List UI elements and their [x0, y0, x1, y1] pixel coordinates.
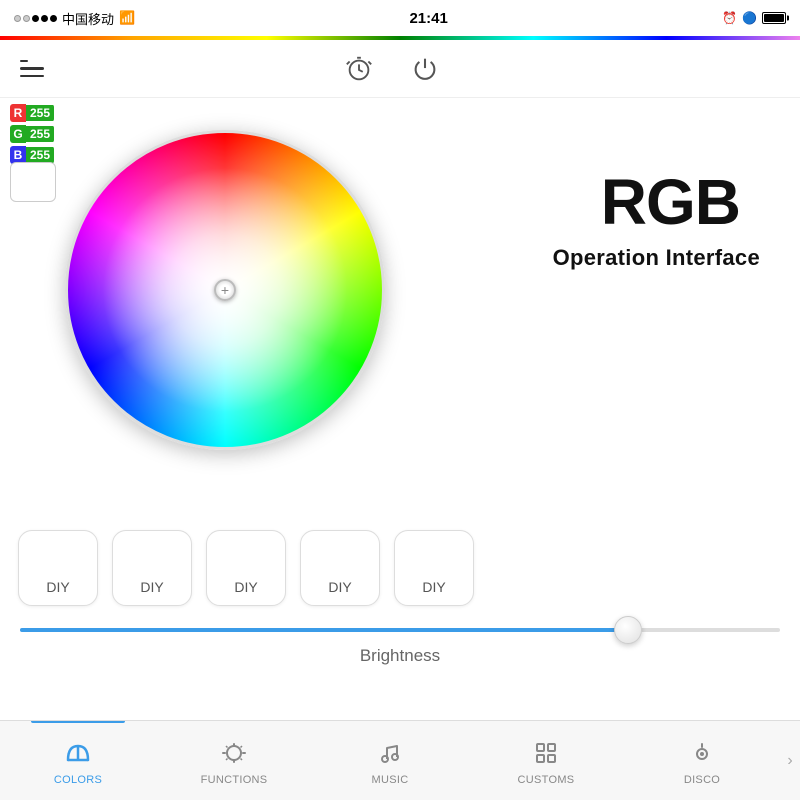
alarm-status-icon: ⏰: [722, 11, 737, 25]
brightness-slider-track[interactable]: [20, 628, 780, 632]
color-wheel-container[interactable]: +: [55, 95, 395, 485]
wifi-icon: 📶: [119, 10, 135, 26]
status-right: ⏰ 🔵: [722, 11, 786, 25]
r-letter: R: [10, 104, 26, 122]
g-letter: G: [10, 125, 26, 143]
tab-scroll-arrow[interactable]: ›: [780, 721, 800, 800]
status-bar: 中国移动 📶 21:41 ⏰ 🔵: [0, 0, 800, 36]
rgb-labels: R 255 G 255 B 255: [10, 104, 54, 164]
signal-strength: [14, 15, 57, 22]
g-value: 255: [26, 126, 54, 142]
music-icon: [379, 742, 401, 770]
colors-tab-label: COLORS: [54, 774, 102, 786]
diy-button-1[interactable]: DIY: [18, 530, 98, 606]
status-left: 中国移动 📶: [14, 9, 135, 28]
rgb-subtitle: Operation Interface: [553, 245, 760, 271]
music-tab-label: MUSIC: [372, 774, 409, 786]
tab-colors[interactable]: COLORS: [0, 721, 156, 800]
tab-functions[interactable]: FUNCTIONS: [156, 721, 312, 800]
nav-center-icons: [344, 54, 440, 84]
functions-tab-label: FUNCTIONS: [201, 774, 268, 786]
disco-icon: [691, 742, 713, 770]
tab-bar: COLORS FUNCTIONS: [0, 720, 800, 800]
color-preview: [10, 162, 56, 202]
customs-tab-label: CUSTOMS: [518, 774, 575, 786]
diy-button-5[interactable]: DIY: [394, 530, 474, 606]
rgb-title: RGB: [601, 165, 740, 239]
tab-disco[interactable]: DISCO: [624, 721, 780, 800]
brightness-label: Brightness: [20, 646, 780, 666]
functions-icon: [221, 742, 247, 770]
diy-button-4[interactable]: DIY: [300, 530, 380, 606]
time-display: 21:41: [409, 10, 447, 27]
menu-button[interactable]: [20, 60, 44, 78]
color-wheel[interactable]: +: [65, 130, 385, 450]
brightness-container: Brightness: [10, 628, 790, 666]
r-value: 255: [26, 105, 54, 121]
g-label-row: G 255: [10, 125, 54, 143]
customs-icon: [535, 742, 557, 770]
top-nav: [0, 40, 800, 98]
wheel-center: +: [214, 279, 236, 301]
battery-icon: [762, 12, 786, 24]
diy-button-2[interactable]: DIY: [112, 530, 192, 606]
tab-customs[interactable]: CUSTOMS: [468, 721, 624, 800]
alarm-button[interactable]: [344, 54, 374, 84]
disco-tab-label: DISCO: [684, 774, 720, 786]
colors-icon: [65, 742, 91, 770]
tab-music[interactable]: MUSIC: [312, 721, 468, 800]
diy-button-3[interactable]: DIY: [206, 530, 286, 606]
r-label-row: R 255: [10, 104, 54, 122]
brightness-slider-thumb[interactable]: [614, 616, 642, 644]
power-button[interactable]: [410, 54, 440, 84]
diy-row: DIY DIY DIY DIY DIY: [10, 530, 790, 606]
carrier-label: 中国移动: [62, 9, 114, 28]
bluetooth-icon: 🔵: [742, 11, 757, 25]
b-value: 255: [26, 147, 54, 163]
